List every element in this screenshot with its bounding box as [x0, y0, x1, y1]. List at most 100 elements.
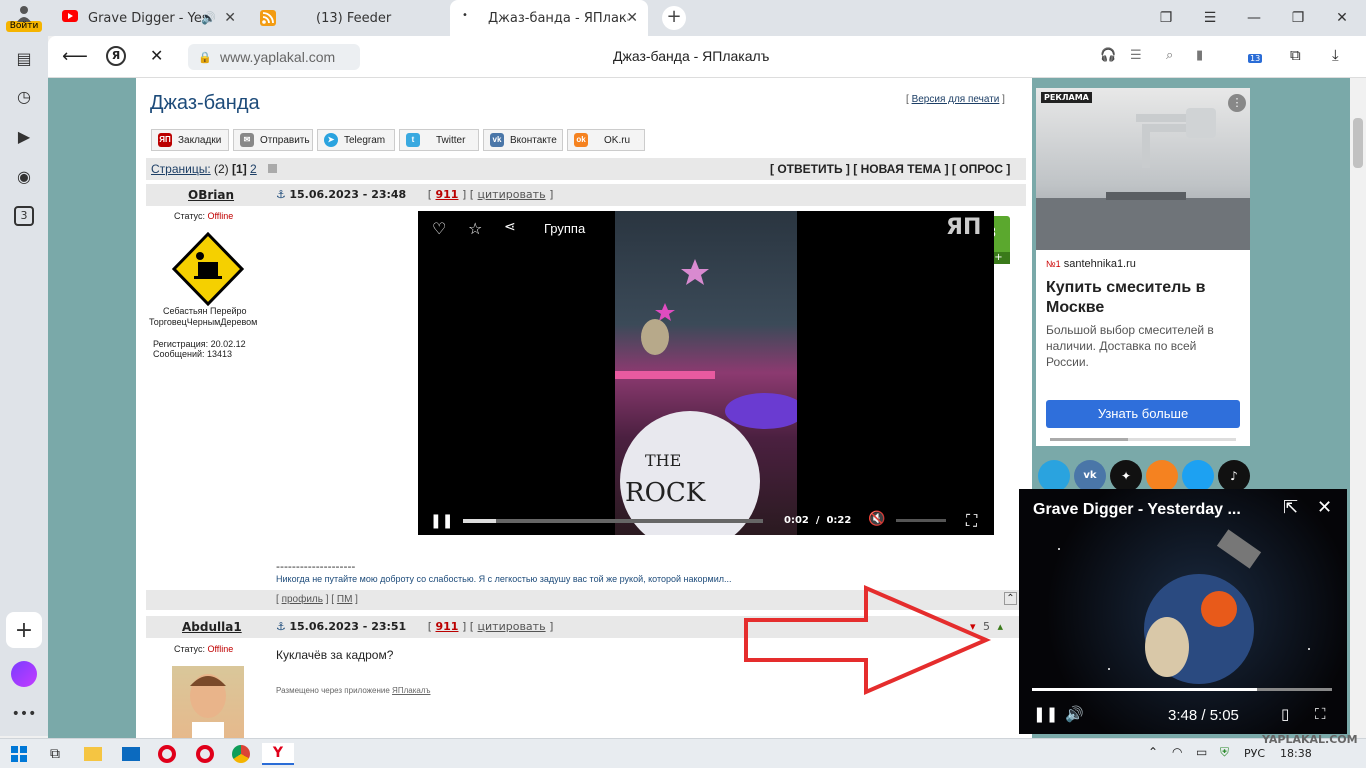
video-player[interactable]: THE ROCK ♡ ☆ ⋖ Группа ЯП ❚❚ 0:02 / 0:22 … — [418, 211, 994, 535]
tab-feeder[interactable]: (13) Feeder — [248, 0, 444, 36]
like-icon[interactable]: ♡ — [432, 219, 446, 238]
bookmark-icon[interactable]: ▮ — [1196, 48, 1203, 63]
shield-tray-icon[interactable]: ⛨ — [1220, 745, 1229, 760]
rate-up-small-icon[interactable]: ▴ — [998, 620, 1004, 633]
share-vk[interactable]: vk Вконтакте — [483, 129, 563, 151]
tray-chevron-icon[interactable]: ⌃ — [1148, 745, 1158, 759]
video-icon[interactable]: ▶ — [10, 122, 38, 150]
task-view-icon[interactable]: ⧉ — [44, 743, 66, 765]
share-telegram[interactable]: ➤ Telegram — [317, 129, 395, 151]
mini-pause-icon[interactable]: ❚❚ — [1033, 705, 1058, 723]
vk-icon[interactable]: vk — [1074, 460, 1106, 492]
ad-block[interactable]: РЕКЛАМА ⋮ №1 santehnika1.ru Купить смеси… — [1036, 88, 1250, 446]
speaker-icon[interactable]: 🔊 — [201, 11, 216, 25]
tab-grave-digger[interactable]: Grave Digger - Yester 🔊 ✕ — [50, 0, 246, 36]
twitter-icon[interactable] — [1182, 460, 1214, 492]
print-version[interactable]: [ Версия для печати ] — [906, 94, 1005, 105]
profile-button[interactable]: Войти — [6, 2, 42, 34]
tabs-collections-icon[interactable]: ❐ — [1144, 0, 1188, 36]
fullscreen-icon[interactable]: ⛶ — [966, 511, 977, 531]
add-panel-icon[interactable]: + — [6, 612, 42, 648]
mail-app-icon[interactable] — [120, 743, 142, 765]
reader-icon[interactable]: ☰ — [1130, 48, 1142, 63]
close-mini-icon[interactable]: ✕ — [1317, 497, 1332, 518]
share-send[interactable]: ✉ Отправить — [233, 129, 313, 151]
profile-link[interactable]: профиль — [282, 594, 323, 605]
topic-actions[interactable]: [ ОТВЕТИТЬ ] [ НОВАЯ ТЕМА ] [ ОПРОС ] — [770, 162, 1010, 176]
video-progress[interactable] — [463, 519, 763, 523]
windows-start-icon[interactable] — [8, 743, 30, 765]
file-explorer-icon[interactable] — [82, 743, 104, 765]
url-field[interactable]: 🔒 www.yaplakal.com — [188, 44, 360, 70]
share-bookmarks[interactable]: ЯП Закладки — [151, 129, 229, 151]
close-tab-icon[interactable]: ✕ — [626, 10, 638, 26]
print-link[interactable]: Версия для печати — [912, 94, 1000, 105]
tab-jazz-band[interactable]: • Джаз-банда - ЯПлакалъ ✕ — [450, 0, 648, 36]
share-icon[interactable]: ⋖ — [504, 219, 516, 235]
app-link[interactable]: ЯПлакалъ — [392, 686, 430, 695]
back-icon[interactable]: ⟵ — [62, 46, 88, 67]
chrome-icon[interactable] — [230, 743, 252, 765]
share-twitter[interactable]: t Twitter — [399, 129, 479, 151]
extensions-icon[interactable]: ⧉ — [1290, 46, 1301, 64]
restore-icon[interactable]: ❐ — [1276, 0, 1320, 36]
opera-gx-icon[interactable] — [194, 743, 216, 765]
opera-icon[interactable] — [156, 743, 178, 765]
mini-fullscreen-icon[interactable]: ⛶ — [1315, 705, 1326, 723]
keyboard-lang[interactable]: РУС — [1244, 747, 1265, 760]
mini-progress[interactable] — [1032, 688, 1332, 691]
yandex-icon[interactable]: Я — [106, 46, 126, 66]
clock[interactable]: 18:38 — [1280, 747, 1312, 760]
share-ok[interactable]: ok OK.ru — [567, 129, 645, 151]
calendar-badge-icon[interactable]: 13 — [1244, 44, 1264, 66]
pages-menu-icon[interactable] — [268, 164, 278, 173]
expand-icon[interactable]: ⇱ — [1283, 497, 1298, 518]
mute-icon[interactable]: 🔇 — [868, 511, 885, 527]
tab-counter-icon[interactable]: 3 — [10, 202, 38, 230]
post-author[interactable]: OBrian — [188, 188, 234, 202]
post-id[interactable]: 911 — [436, 620, 459, 633]
headphones-icon[interactable]: 🎧 — [1100, 48, 1116, 63]
scroll-top-icon[interactable]: ⌃ — [1004, 592, 1017, 605]
downloads-icon[interactable]: ⤓ — [1332, 46, 1339, 64]
more-icon[interactable]: ••• — [10, 700, 38, 728]
tiktok-icon[interactable]: ♪ — [1218, 460, 1250, 492]
post-id[interactable]: 911 — [436, 188, 459, 201]
anchor-icon[interactable]: ⚓ — [276, 620, 286, 633]
zen-icon[interactable]: ✦ — [1110, 460, 1142, 492]
page-scrollbar[interactable] — [1350, 78, 1366, 738]
pm-link[interactable]: ПМ — [337, 594, 353, 605]
stop-icon[interactable]: ✕ — [150, 46, 163, 65]
history-icon[interactable]: ◷ — [10, 82, 38, 110]
screenshot-icon[interactable]: ◉ — [10, 162, 38, 190]
minimize-icon[interactable]: — — [1232, 0, 1276, 36]
new-tab-button[interactable]: + — [662, 6, 686, 30]
mini-bookmark-icon[interactable]: ▯ — [1281, 705, 1289, 723]
star-icon[interactable]: ☆ — [468, 219, 482, 238]
quote-link[interactable]: цитировать — [478, 620, 546, 633]
translate-icon[interactable]: ⌕ — [1166, 48, 1173, 63]
group-label[interactable]: Группа — [544, 221, 585, 236]
battery-icon[interactable]: ▭ — [1196, 745, 1207, 759]
menu-icon[interactable]: ☰ — [1188, 0, 1232, 36]
mini-volume-icon[interactable]: 🔊 — [1065, 705, 1084, 723]
mini-player[interactable]: Grave Digger - Yesterday ... ⇱ ✕ ❚❚ 🔊 3:… — [1019, 489, 1347, 734]
post-author[interactable]: Abdulla1 — [182, 620, 242, 634]
ad-menu-icon[interactable]: ⋮ — [1228, 94, 1246, 112]
close-tab-icon[interactable]: ✕ — [224, 10, 236, 26]
close-window-icon[interactable]: ✕ — [1320, 0, 1364, 36]
telegram-icon[interactable] — [1038, 460, 1070, 492]
anchor-icon[interactable]: ⚓ — [276, 188, 286, 201]
page-2-link[interactable]: 2 — [250, 162, 257, 176]
ad-cta-button[interactable]: Узнать больше — [1046, 400, 1240, 428]
ad-headline[interactable]: Купить смеситель в Москве — [1046, 278, 1236, 318]
alice-icon[interactable] — [10, 660, 38, 688]
pause-icon[interactable]: ❚❚ — [430, 513, 453, 529]
yandex-browser-icon[interactable]: Y — [262, 743, 294, 765]
collections-icon[interactable]: ▤ — [10, 44, 38, 72]
quote-link[interactable]: цитировать — [478, 188, 546, 201]
ok-icon[interactable] — [1146, 460, 1178, 492]
wifi-icon[interactable]: ◠ — [1172, 745, 1182, 759]
volume-slider[interactable] — [896, 519, 946, 522]
scrollbar-thumb[interactable] — [1353, 118, 1363, 168]
